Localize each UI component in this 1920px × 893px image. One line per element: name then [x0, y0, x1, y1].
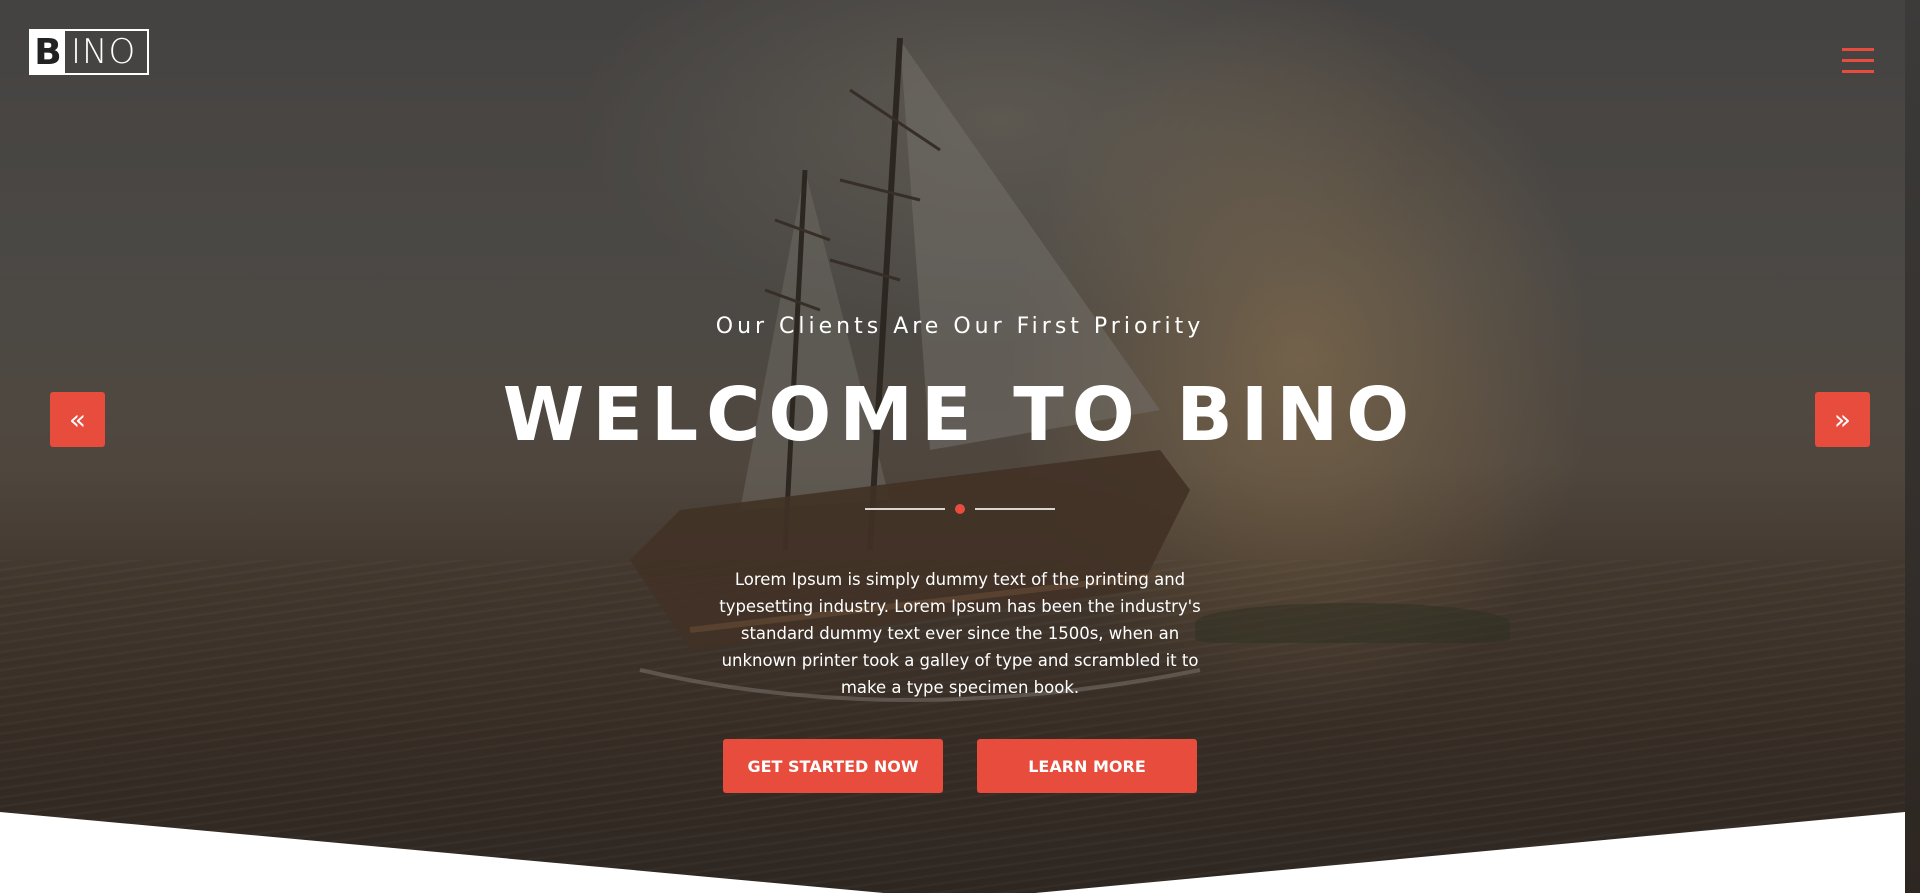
hero-description: Lorem Ipsum is simply dummy text of the … — [719, 570, 1201, 697]
brand-logo[interactable]: B INO — [29, 29, 149, 75]
get-started-button[interactable]: GET STARTED NOW — [723, 739, 943, 793]
divider-line-left — [865, 508, 945, 510]
menu-bar-line — [1842, 59, 1874, 62]
hero-subtitle: Our Clients Are Our First Priority — [715, 314, 1205, 339]
logo-letter: B — [31, 31, 65, 73]
menu-bar-line — [1842, 70, 1874, 73]
learn-more-button[interactable]: LEARN MORE — [977, 739, 1197, 793]
divider-line-right — [975, 508, 1055, 510]
hero-title: WELCOME TO BINO — [502, 372, 1418, 458]
hamburger-icon[interactable] — [1842, 48, 1874, 74]
title-divider — [865, 503, 1055, 515]
divider-dot — [955, 504, 965, 514]
logo-text: INO — [71, 32, 137, 72]
menu-bar-line — [1842, 48, 1874, 51]
